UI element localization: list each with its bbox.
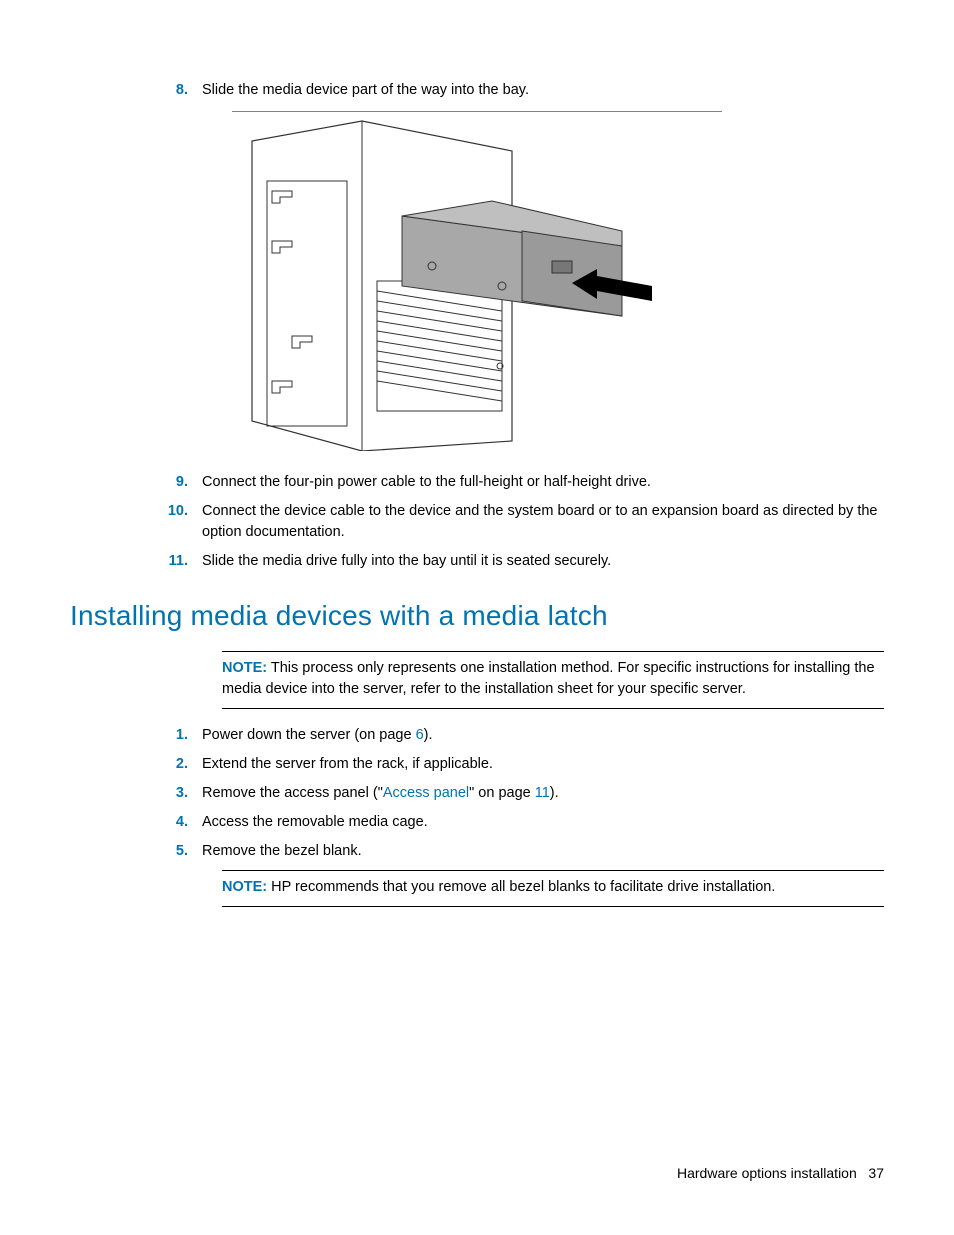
note-text: HP recommends that you remove all bezel … [267, 879, 775, 895]
note-text: This process only represents one install… [222, 660, 875, 697]
list-item: 3. Remove the access panel ("Access pane… [160, 783, 884, 804]
list-number: 5. [160, 841, 202, 862]
list-item: 4. Access the removable media cage. [160, 812, 884, 833]
list-text: Slide the media drive fully into the bay… [202, 551, 884, 572]
list-item: 1. Power down the server (on page 6). [160, 725, 884, 746]
list-item: 9. Connect the four-pin power cable to t… [160, 472, 884, 493]
list-text: Connect the four-pin power cable to the … [202, 472, 884, 493]
access-panel-link[interactable]: Access panel [383, 785, 469, 801]
list-number: 3. [160, 783, 202, 804]
section-heading: Installing media devices with a media la… [70, 596, 884, 637]
list-number: 1. [160, 725, 202, 746]
list-number: 8. [160, 80, 202, 101]
list-item: 10. Connect the device cable to the devi… [160, 501, 884, 543]
list-number: 4. [160, 812, 202, 833]
list-number: 11. [160, 551, 202, 572]
footer-page-number: 37 [868, 1165, 884, 1181]
list-item: 2. Extend the server from the rack, if a… [160, 754, 884, 775]
list-text: Remove the access panel ("Access panel" … [202, 783, 884, 804]
list-text: Slide the media device part of the way i… [202, 80, 884, 101]
list-item: 8. Slide the media device part of the wa… [160, 80, 884, 101]
list-text: Access the removable media cage. [202, 812, 884, 833]
media-device-illustration [202, 111, 884, 458]
list-number: 10. [160, 501, 202, 543]
note-label: NOTE: [222, 879, 267, 895]
list-item: 11. Slide the media drive fully into the… [160, 551, 884, 572]
list-text: Extend the server from the rack, if appl… [202, 754, 884, 775]
footer-section: Hardware options installation [677, 1165, 857, 1181]
page-link[interactable]: 6 [416, 727, 424, 743]
list-text: Power down the server (on page 6). [202, 725, 884, 746]
list-number: 9. [160, 472, 202, 493]
note-block: NOTE: This process only represents one i… [222, 651, 884, 709]
page-footer: Hardware options installation 37 [677, 1163, 884, 1183]
list-text: Connect the device cable to the device a… [202, 501, 884, 543]
page-content: 8. Slide the media device part of the wa… [0, 0, 954, 963]
page-link[interactable]: 11 [535, 785, 550, 801]
list-item: 5. Remove the bezel blank. [160, 841, 884, 862]
list-number: 2. [160, 754, 202, 775]
list-text: Remove the bezel blank. [202, 841, 884, 862]
note-label: NOTE: [222, 660, 267, 676]
note-block: NOTE: HP recommends that you remove all … [222, 870, 884, 907]
